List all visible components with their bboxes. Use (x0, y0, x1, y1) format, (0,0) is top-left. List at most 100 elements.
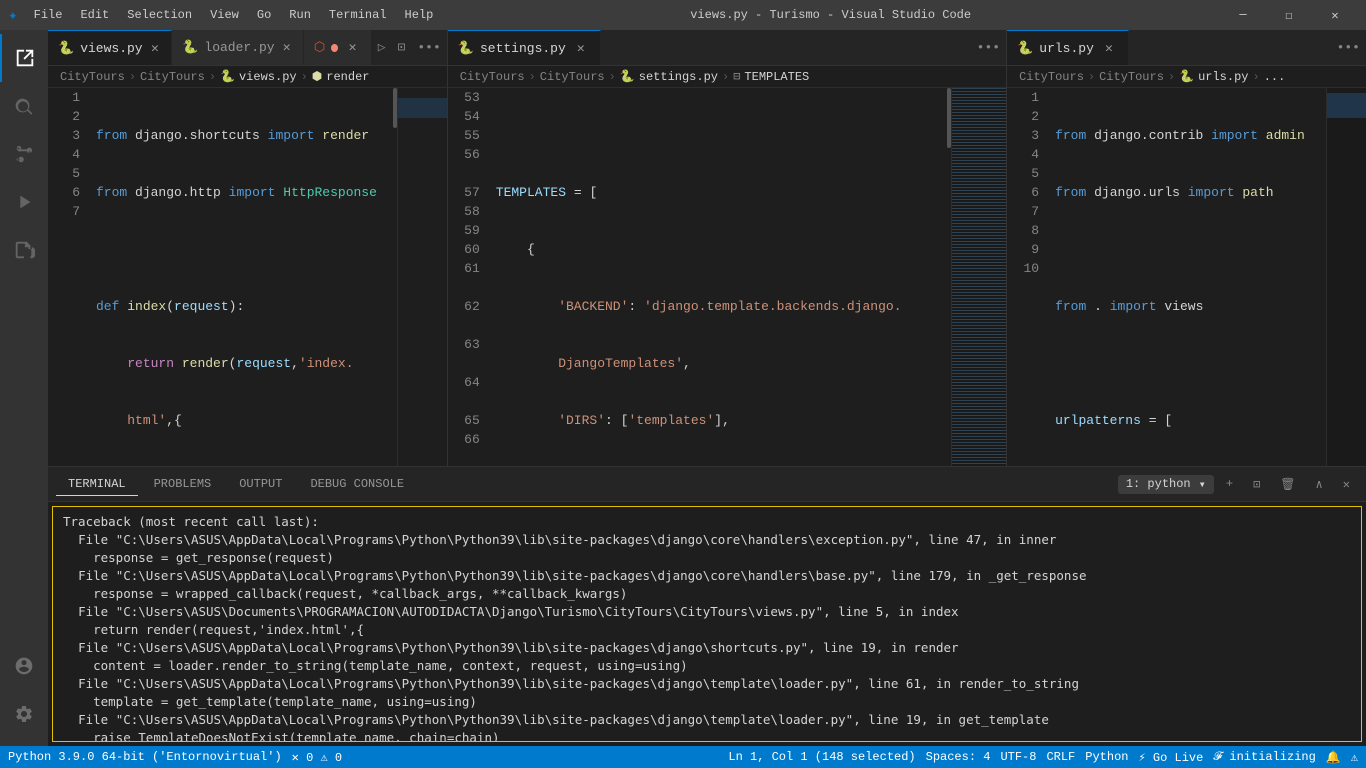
split-editor-button[interactable]: ⊡ (392, 30, 412, 65)
editor-panel-views: 🐍 views.py ✕ 🐍 loader.py ✕ ⬡ ✕ (48, 30, 448, 466)
menu-run[interactable]: Run (281, 6, 319, 24)
tab-debug-console[interactable]: DEBUG CONSOLE (298, 473, 416, 496)
explorer-activity-icon[interactable] (0, 34, 48, 82)
maximize-button[interactable]: ☐ (1266, 0, 1312, 30)
terminal-line-6: File "C:\Users\ASUS\Documents\PROGRAMACI… (63, 603, 1351, 621)
more-actions-urls[interactable]: ••• (1331, 30, 1366, 65)
line-ending-status[interactable]: CRLF (1046, 750, 1075, 764)
terminal-line-9: content = loader.render_to_string(templa… (63, 657, 1351, 675)
minimap-urls (1326, 88, 1366, 466)
code-area-settings[interactable]: 53545556 5758596061 62 63 64 6566 TEMPLA… (448, 88, 1006, 466)
tab-urls-py[interactable]: 🐍 urls.py ✕ (1007, 30, 1129, 65)
search-activity-icon[interactable] (0, 82, 48, 130)
tab-html[interactable]: ⬡ ✕ (304, 30, 372, 65)
terminal-body[interactable]: Traceback (most recent call last): File … (52, 506, 1362, 742)
minimize-button[interactable]: ─ (1220, 0, 1266, 30)
minimap-views (397, 88, 447, 466)
vscode-icon: ✦ (8, 5, 18, 25)
tab-icon-settings: 🐍 (458, 41, 474, 56)
more-actions-views[interactable]: ••• (411, 30, 446, 65)
activity-bar (0, 30, 48, 746)
terminal-instance-selector[interactable]: 1: python ▾ (1118, 475, 1214, 494)
notifications-icon[interactable]: 🔔 (1326, 750, 1341, 765)
run-button[interactable]: ▷ (372, 30, 392, 65)
menu-selection[interactable]: Selection (119, 6, 200, 24)
go-live-status[interactable]: ⚡ Go Live (1138, 750, 1203, 765)
terminal-container: TERMINAL PROBLEMS OUTPUT DEBUG CONSOLE 1… (48, 466, 1366, 746)
tab-label-urls: urls.py (1039, 41, 1094, 56)
tab-label-views: views.py (80, 41, 142, 56)
terminal-instance-label: 1: python (1126, 477, 1191, 491)
status-bar: Python 3.9.0 64-bit ('Entornovirtual') ✕… (0, 746, 1366, 768)
editor-area: 🐍 views.py ✕ 🐍 loader.py ✕ ⬡ ✕ (48, 30, 1366, 746)
encoding-status[interactable]: UTF-8 (1000, 750, 1036, 764)
terminal-line-5: response = wrapped_callback(request, *ca… (63, 585, 1351, 603)
status-right: Ln 1, Col 1 (148 selected) Spaces: 4 UTF… (728, 750, 1358, 765)
warning-status-icon[interactable]: ⚠ (1351, 750, 1358, 765)
close-terminal-button[interactable]: ✕ (1335, 475, 1358, 494)
more-actions-settings[interactable]: ••• (971, 30, 1006, 65)
terminal-line-4: File "C:\Users\ASUS\AppData\Local\Progra… (63, 567, 1351, 585)
terminal-line-1: Traceback (most recent call last): (63, 513, 1351, 531)
tab-group-views: 🐍 views.py ✕ 🐍 loader.py ✕ ⬡ ✕ (48, 30, 447, 66)
terminal-line-12: File "C:\Users\ASUS\AppData\Local\Progra… (63, 711, 1351, 729)
split-terminal-button[interactable]: ⊡ (1245, 475, 1268, 494)
code-area-urls[interactable]: 123456 7 8910 from django.contrib import… (1007, 88, 1366, 466)
terminal-line-3: response = get_response(request) (63, 549, 1351, 567)
minimap-settings (951, 88, 1006, 466)
kill-terminal-button[interactable]: 🗑 (1272, 475, 1303, 494)
tab-group-urls: 🐍 urls.py ✕ ••• (1007, 30, 1366, 66)
line-numbers-urls: 123456 7 8910 (1007, 88, 1047, 466)
status-left: Python 3.9.0 64-bit ('Entornovirtual') ✕… (8, 750, 342, 765)
tab-terminal[interactable]: TERMINAL (56, 473, 138, 496)
menu-edit[interactable]: Edit (72, 6, 117, 24)
account-activity-icon[interactable] (0, 642, 48, 690)
line-numbers-views: 1234567 (48, 88, 88, 466)
code-area-views[interactable]: 1234567 from django.shortcuts import ren… (48, 88, 447, 466)
code-content-urls[interactable]: from django.contrib import admin from dj… (1047, 88, 1320, 466)
activity-bar-bottom (0, 642, 48, 746)
tab-close-html[interactable]: ✕ (344, 39, 360, 57)
chevron-down-icon: ▾ (1199, 477, 1206, 492)
breadcrumb-views: CityTours › CityTours › 🐍 views.py › ⬢ r… (48, 66, 447, 88)
new-terminal-button[interactable]: + (1218, 475, 1241, 493)
tab-close-loader[interactable]: ✕ (281, 39, 293, 57)
tab-settings-py[interactable]: 🐍 settings.py ✕ (448, 30, 601, 65)
tab-output[interactable]: OUTPUT (227, 473, 294, 496)
python-version-status[interactable]: Python 3.9.0 64-bit ('Entornovirtual') (8, 750, 282, 764)
language-mode-status[interactable]: Python (1085, 750, 1128, 764)
settings-activity-icon[interactable] (0, 690, 48, 738)
tab-label-settings: settings.py (480, 41, 566, 56)
menu-help[interactable]: Help (397, 6, 442, 24)
titlebar-controls[interactable]: ─ ☐ ✕ (1220, 0, 1358, 30)
menu-terminal[interactable]: Terminal (321, 6, 395, 24)
close-button[interactable]: ✕ (1312, 0, 1358, 30)
extensions-activity-icon[interactable] (0, 226, 48, 274)
tab-views-py[interactable]: 🐍 views.py ✕ (48, 30, 172, 65)
indentation-status[interactable]: Spaces: 4 (926, 750, 991, 764)
menu-file[interactable]: File (26, 6, 71, 24)
breadcrumb-urls: CityTours › CityTours › 🐍 urls.py › ... (1007, 66, 1366, 88)
tab-close-views[interactable]: ✕ (149, 39, 162, 57)
tab-close-urls[interactable]: ✕ (1100, 39, 1118, 57)
tab-loader-py[interactable]: 🐍 loader.py ✕ (172, 30, 304, 65)
editor-panel-urls: 🐍 urls.py ✕ ••• CityTours › CityTours › … (1007, 30, 1366, 466)
tab-label-loader: loader.py (204, 40, 274, 55)
tab-problems[interactable]: PROBLEMS (142, 473, 224, 496)
code-content-settings[interactable]: TEMPLATES = [ { 'BACKEND': 'django.templ… (488, 88, 945, 466)
terminal-tabs: TERMINAL PROBLEMS OUTPUT DEBUG CONSOLE 1… (48, 467, 1366, 502)
menu-go[interactable]: Go (249, 6, 279, 24)
tab-close-settings[interactable]: ✕ (572, 39, 590, 57)
maximize-terminal-button[interactable]: ∧ (1308, 475, 1331, 494)
main-container: 🐍 views.py ✕ 🐍 loader.py ✕ ⬡ ✕ (0, 30, 1366, 746)
tab-icon-html: ⬡ (314, 40, 325, 55)
cursor-position-status[interactable]: Ln 1, Col 1 (148 selected) (728, 750, 915, 764)
git-activity-icon[interactable] (0, 130, 48, 178)
code-content-views[interactable]: from django.shortcuts import render from… (88, 88, 391, 466)
menu-view[interactable]: View (202, 6, 247, 24)
debug-activity-icon[interactable] (0, 178, 48, 226)
terminal-line-10: File "C:\Users\ASUS\AppData\Local\Progra… (63, 675, 1351, 693)
errors-warnings-status[interactable]: ✕ 0 ⚠ 0 (292, 750, 342, 765)
pylance-status[interactable]: 𝓕 initializing (1213, 750, 1315, 764)
menu-bar[interactable]: File Edit Selection View Go Run Terminal… (26, 6, 442, 24)
